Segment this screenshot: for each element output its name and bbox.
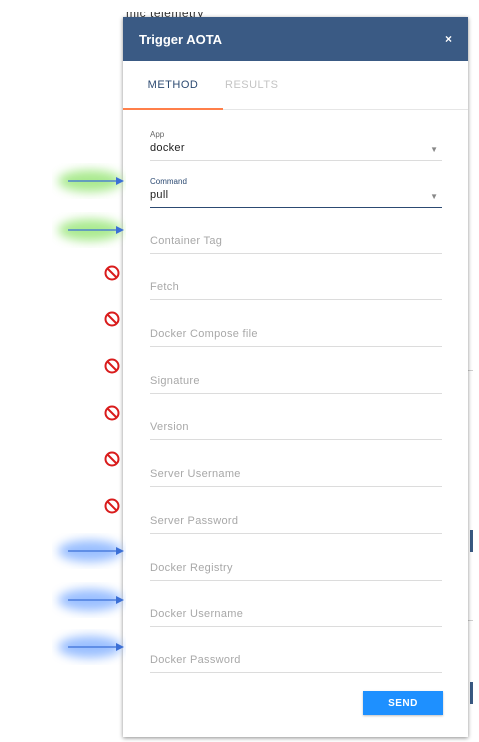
- app-label: App: [150, 130, 165, 139]
- version-placeholder: Version: [150, 421, 189, 433]
- docker-username-input[interactable]: Docker Username: [150, 597, 442, 627]
- active-tab-indicator: [123, 108, 223, 110]
- trigger-aota-dialog: Trigger AOTA × METHOD RESULTS App docker…: [123, 17, 468, 737]
- dialog-title: Trigger AOTA: [139, 31, 223, 47]
- command-label: Command: [150, 177, 187, 186]
- app-select[interactable]: App docker ▼: [150, 128, 442, 161]
- docker-compose-file-input[interactable]: Docker Compose file: [150, 317, 442, 347]
- arrow-right-icon: [58, 170, 124, 192]
- signature-input[interactable]: Signature: [150, 364, 442, 394]
- server-username-input[interactable]: Server Username: [150, 457, 442, 487]
- dialog-header: Trigger AOTA ×: [123, 17, 468, 61]
- command-select[interactable]: Command pull ▼: [150, 176, 442, 208]
- fetch-input[interactable]: Fetch: [150, 270, 442, 300]
- close-icon[interactable]: ×: [445, 32, 452, 46]
- docker-password-placeholder: Docker Password: [150, 654, 241, 666]
- container-tag-placeholder: Container Tag: [150, 235, 223, 247]
- docker-password-input[interactable]: Docker Password: [150, 643, 442, 673]
- chevron-down-icon[interactable]: ▼: [430, 192, 438, 201]
- docker-compose-file-placeholder: Docker Compose file: [150, 328, 258, 340]
- dialog-tabs: METHOD RESULTS: [123, 61, 468, 110]
- command-value: pull: [150, 189, 169, 201]
- send-button[interactable]: SEND: [363, 691, 443, 715]
- app-value: docker: [150, 142, 185, 154]
- tab-method[interactable]: METHOD: [123, 61, 223, 109]
- arrow-right-icon: [58, 540, 124, 562]
- arrow-right-icon: [58, 636, 124, 658]
- signature-placeholder: Signature: [150, 375, 200, 387]
- background-window-edge: [470, 530, 473, 552]
- docker-registry-placeholder: Docker Registry: [150, 562, 233, 574]
- container-tag-input[interactable]: Container Tag: [150, 224, 442, 254]
- no-entry-icon: [104, 498, 120, 514]
- version-input[interactable]: Version: [150, 410, 442, 440]
- docker-username-placeholder: Docker Username: [150, 608, 244, 620]
- no-entry-icon: [104, 358, 120, 374]
- no-entry-icon: [104, 451, 120, 467]
- no-entry-icon: [104, 405, 120, 421]
- no-entry-icon: [104, 311, 120, 327]
- arrow-right-icon: [58, 219, 124, 241]
- tab-results[interactable]: RESULTS: [223, 61, 305, 109]
- chevron-down-icon[interactable]: ▼: [430, 145, 438, 154]
- background-window-edge: [470, 682, 473, 704]
- server-username-placeholder: Server Username: [150, 468, 241, 480]
- server-password-placeholder: Server Password: [150, 515, 239, 527]
- docker-registry-input[interactable]: Docker Registry: [150, 550, 442, 581]
- no-entry-icon: [104, 265, 120, 281]
- arrow-right-icon: [58, 589, 124, 611]
- server-password-input[interactable]: Server Password: [150, 504, 442, 534]
- fetch-placeholder: Fetch: [150, 281, 180, 293]
